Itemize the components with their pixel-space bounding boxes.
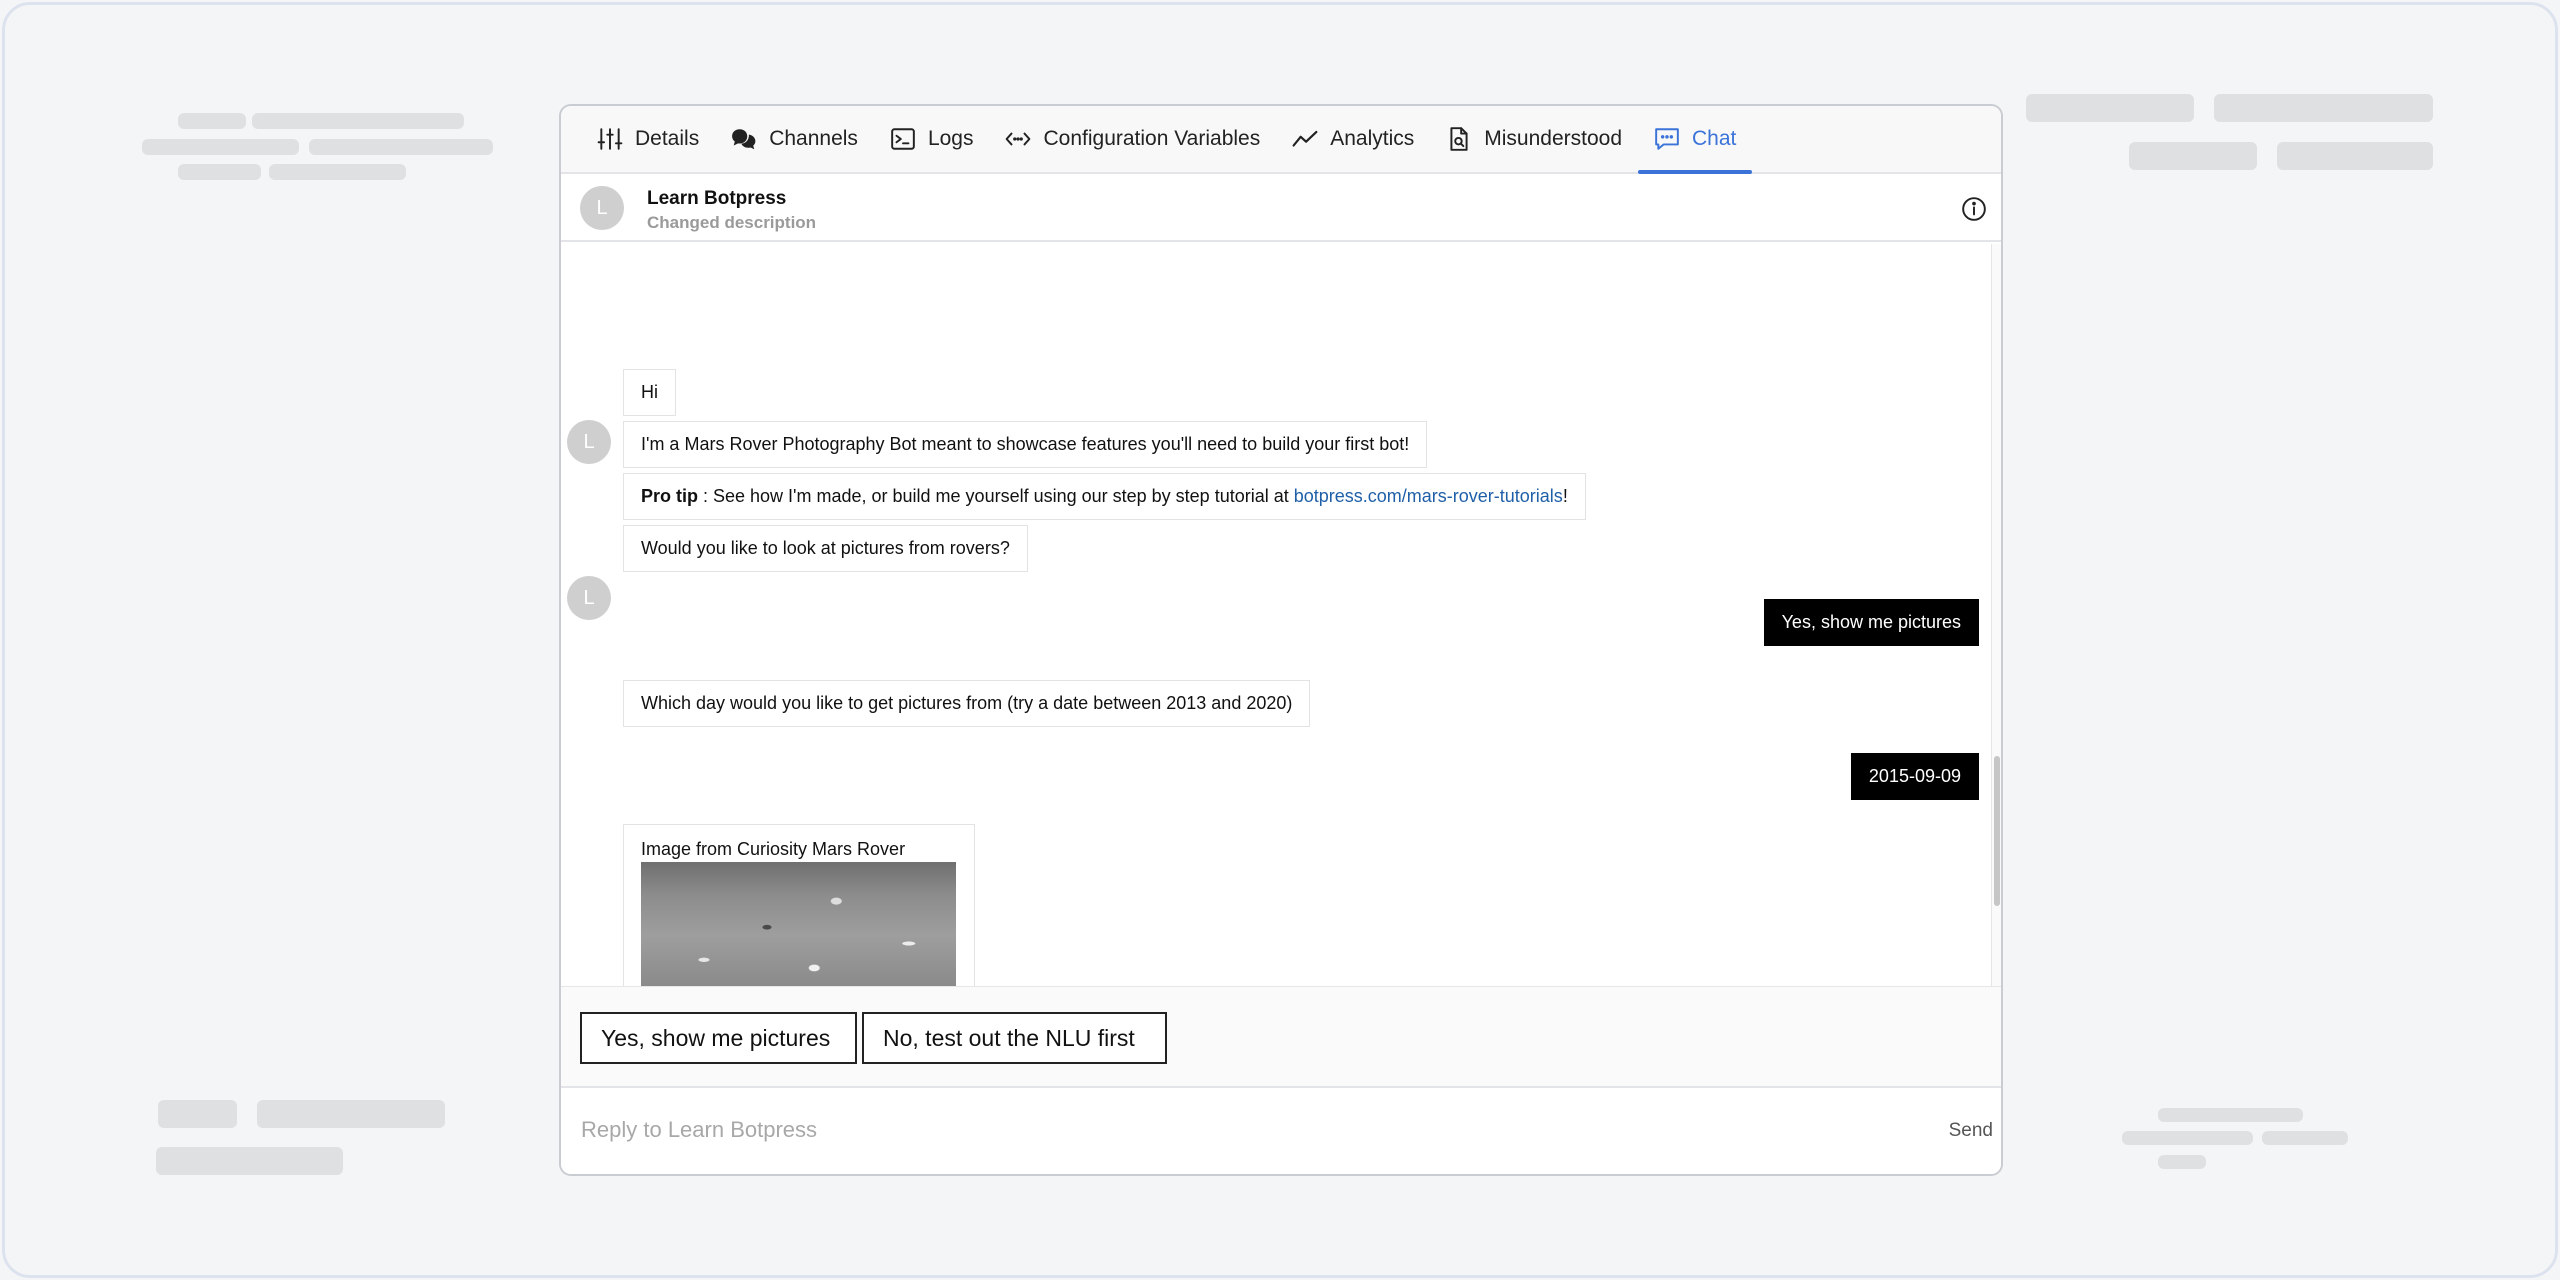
skeleton-placeholder — [269, 164, 406, 180]
skeleton-placeholder — [2129, 142, 2257, 170]
quick-replies: Yes, show me pictures No, test out the N… — [561, 986, 2001, 1088]
sliders-icon — [597, 128, 623, 150]
quick-reply-nlu-button[interactable]: No, test out the NLU first — [862, 1012, 1167, 1064]
scrollbar[interactable] — [1991, 244, 2001, 986]
terminal-icon — [891, 128, 915, 150]
rover-photo[interactable] — [641, 862, 956, 986]
document-search-icon — [1450, 127, 1468, 151]
message-text: : See how I'm made, or build me yourself… — [698, 486, 1294, 506]
chart-line-icon — [1292, 130, 1318, 147]
bot-message: Pro tip : See how I'm made, or build me … — [623, 473, 1586, 520]
chat-icon — [1655, 128, 1679, 150]
skeleton-placeholder — [158, 1100, 237, 1128]
message-text: I'm a Mars Rover Photography Bot meant t… — [641, 434, 1410, 454]
skeleton-placeholder — [2158, 1108, 2303, 1122]
message-text: Hi — [641, 382, 658, 402]
tab-chat[interactable]: Chat — [1638, 106, 1753, 174]
tab-channels[interactable]: Channels — [715, 106, 874, 172]
message-text: Which day would you like to get pictures… — [641, 693, 1293, 713]
image-card: Image from Curiosity Mars Rover — [623, 824, 975, 986]
tab-misunderstood[interactable]: Misunderstood — [1430, 106, 1638, 172]
message-text: ! — [1562, 486, 1568, 506]
skeleton-placeholder — [142, 139, 299, 155]
code-icon — [1006, 132, 1031, 146]
bot-avatar: L — [580, 186, 624, 230]
chat-emulator-window: Details Channels Logs Configuration Vari… — [559, 104, 2003, 1176]
user-message: Yes, show me pictures — [1763, 599, 1979, 646]
bot-message: Hi — [623, 369, 676, 416]
bot-name: Learn Botpress — [647, 188, 787, 209]
bot-message: Which day would you like to get pictures… — [623, 680, 1311, 727]
skeleton-placeholder — [2214, 94, 2433, 122]
tab-label: Analytics — [1330, 127, 1415, 150]
info-icon[interactable] — [1961, 196, 1987, 222]
skeleton-placeholder — [2277, 142, 2433, 170]
tab-details[interactable]: Details — [581, 106, 715, 172]
skeleton-placeholder — [309, 139, 493, 155]
user-message: 2015-09-09 — [1850, 753, 1979, 800]
tab-analytics[interactable]: Analytics — [1276, 106, 1430, 172]
reply-input[interactable] — [581, 1110, 1881, 1150]
skeleton-placeholder — [252, 113, 464, 129]
tab-configuration-variables[interactable]: Configuration Variables — [989, 106, 1276, 172]
message-text: Would you like to look at pictures from … — [641, 538, 1010, 558]
skeleton-placeholder — [2262, 1131, 2348, 1145]
bot-description: Changed description — [647, 213, 817, 232]
tab-bar: Details Channels Logs Configuration Vari… — [561, 106, 2001, 174]
message-text: 2015-09-09 — [1868, 766, 1961, 786]
skeleton-placeholder — [178, 113, 246, 129]
skeleton-placeholder — [2122, 1131, 2253, 1145]
skeleton-placeholder — [257, 1100, 445, 1128]
skeleton-placeholder — [2158, 1155, 2206, 1169]
tab-label: Chat — [1692, 127, 1737, 150]
tab-label: Channels — [769, 127, 858, 150]
tab-label: Logs — [927, 127, 974, 150]
send-button[interactable]: Send — [1949, 1120, 1993, 1142]
scrollbar-thumb[interactable] — [1994, 756, 2000, 906]
quick-reply-yes-button[interactable]: Yes, show me pictures — [580, 1012, 857, 1064]
card-title: Image from Curiosity Mars Rover — [641, 839, 906, 859]
skeleton-placeholder — [2026, 94, 2194, 122]
message-text: Yes, show me pictures — [1781, 612, 1961, 632]
bot-message: I'm a Mars Rover Photography Bot meant t… — [623, 421, 1428, 468]
tab-label: Configuration Variables — [1043, 127, 1261, 150]
tab-label: Misunderstood — [1484, 127, 1623, 150]
avatar-letter: L — [583, 586, 595, 609]
skeleton-placeholder — [156, 1147, 343, 1175]
channels-icon — [732, 129, 756, 150]
tab-logs[interactable]: Logs — [874, 106, 990, 172]
bot-message: Would you like to look at pictures from … — [623, 525, 1028, 572]
avatar-letter: L — [596, 196, 608, 219]
skeleton-placeholder — [178, 164, 261, 180]
tab-label: Details — [635, 127, 700, 150]
message-list[interactable]: Hi I'm a Mars Rover Photography Bot mean… — [561, 244, 2001, 986]
avatar-letter: L — [583, 430, 595, 453]
bot-avatar: L — [567, 420, 611, 464]
tutorial-link[interactable]: botpress.com/mars-rover-tutorials — [1294, 486, 1563, 507]
pro-tip-label: Pro tip — [641, 486, 698, 506]
bot-header: L Learn Botpress Changed description — [561, 176, 2001, 242]
composer: Send — [561, 1090, 2001, 1174]
bot-avatar: L — [567, 576, 611, 620]
